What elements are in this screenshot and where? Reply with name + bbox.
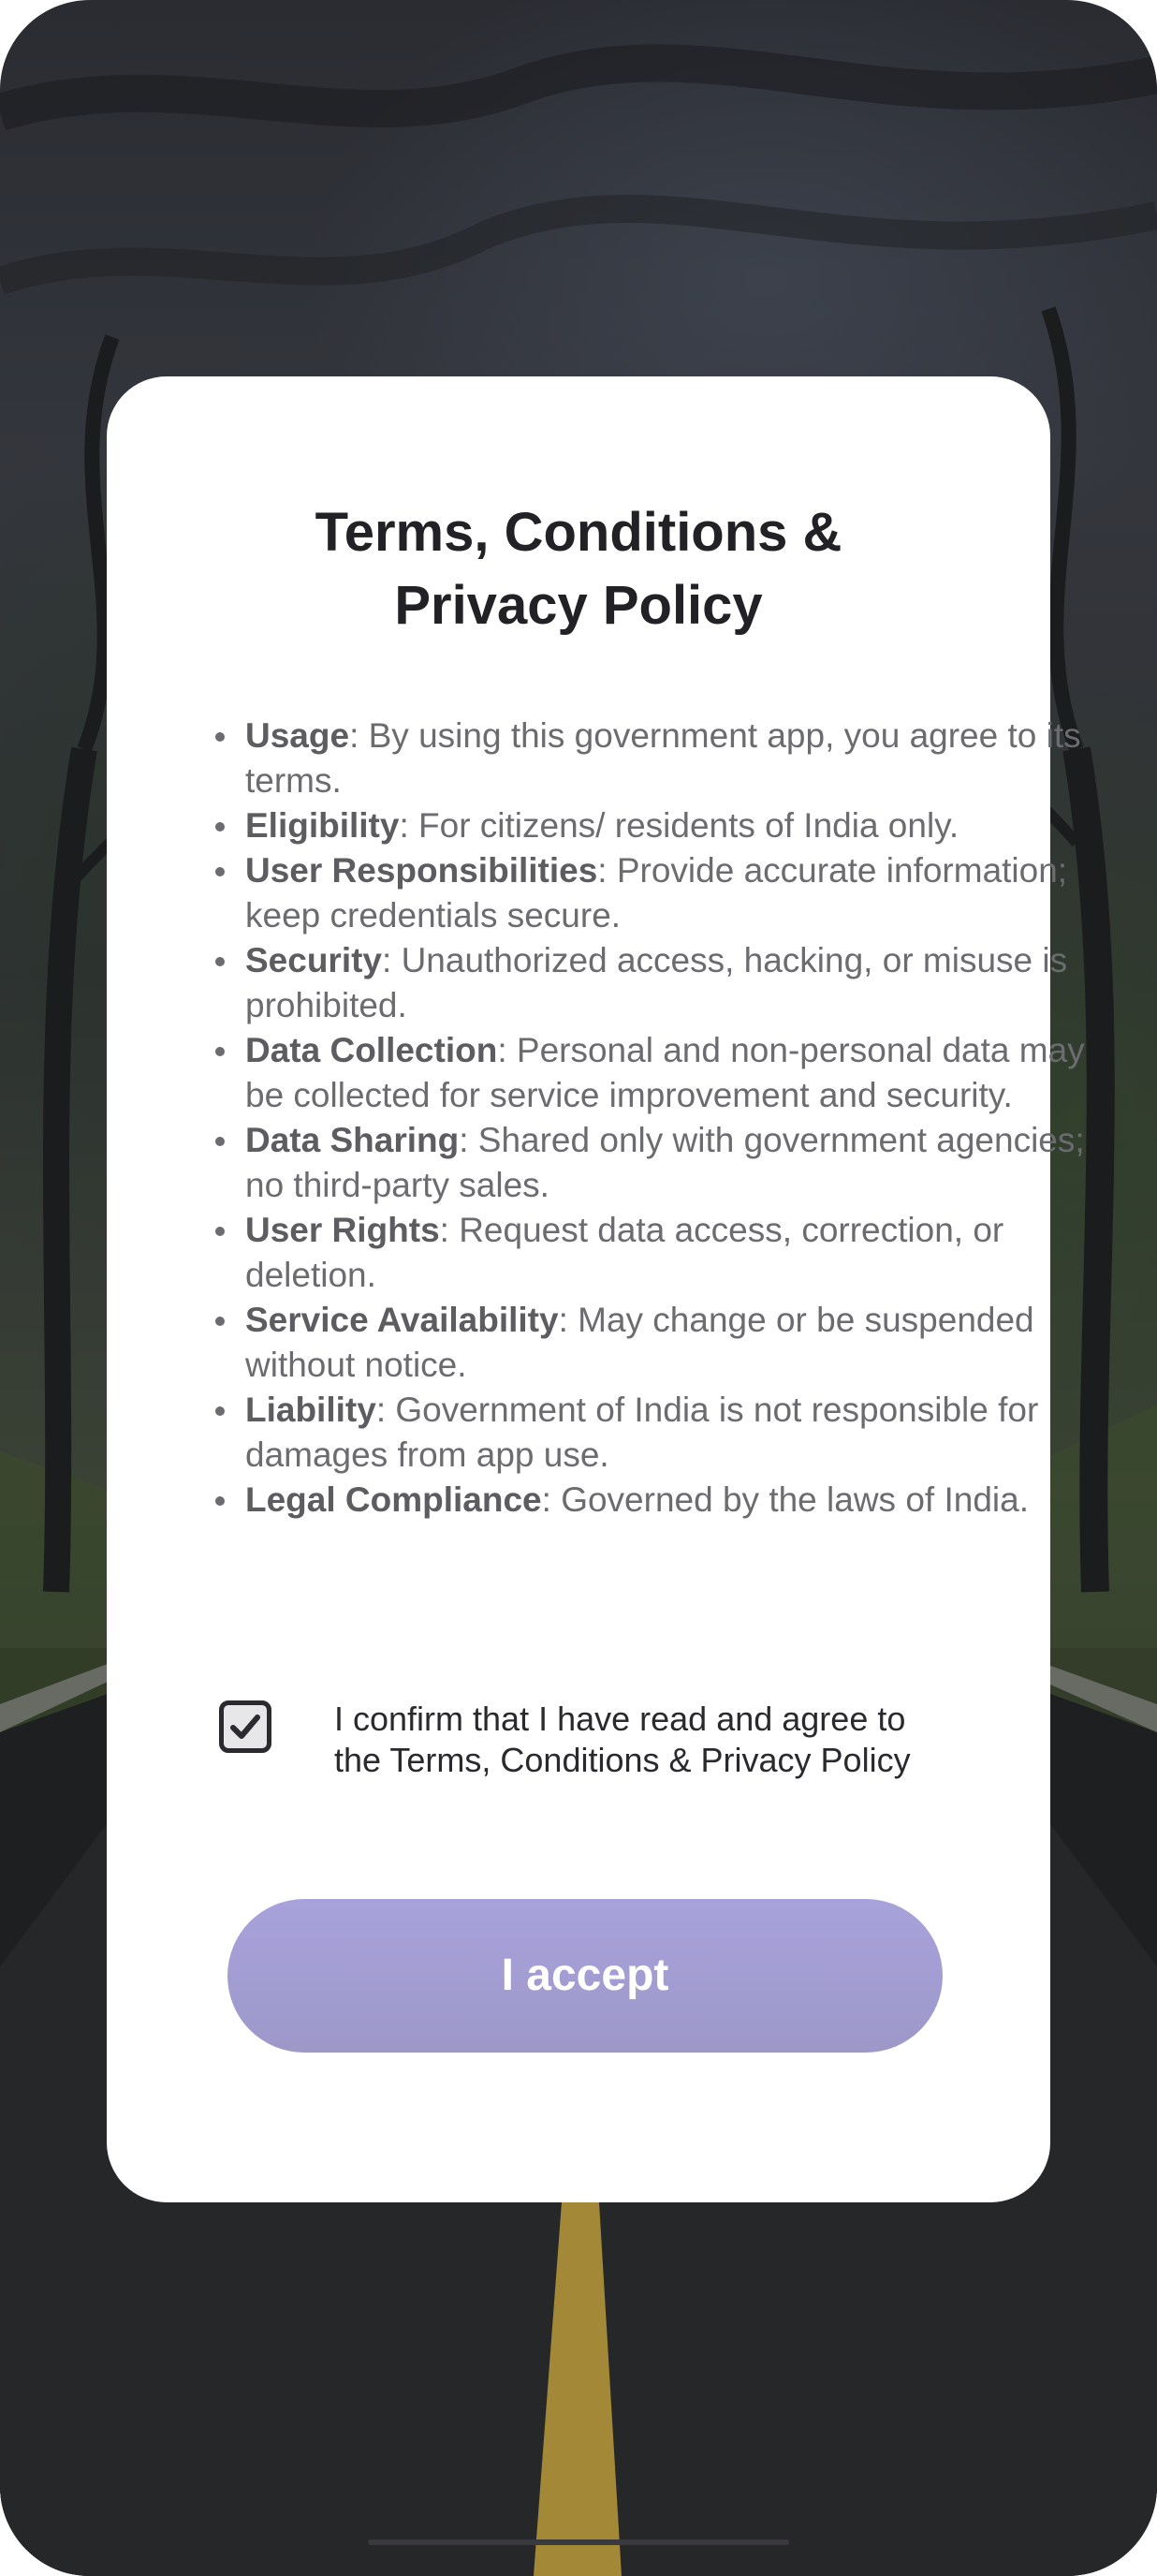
list-item: Data Sharing: Shared only with governmen… [215,1118,1112,1208]
term-key: Service Availability [245,1301,559,1339]
term-key: Usage [245,716,350,755]
term-key: Liability [245,1391,376,1429]
list-item: Eligibility: For citizens/ residents of … [215,803,1112,848]
terms-list: Usage: By using this government app, you… [206,714,1112,1523]
check-icon [230,1715,260,1739]
modal-title-line2: Privacy Policy [394,575,763,636]
list-item: User Rights: Request data access, correc… [215,1208,1112,1298]
agree-label-line1: I confirm that I have read and agree to [334,1700,906,1738]
term-key: Eligibility [245,806,400,845]
modal-title: Terms, Conditions & Privacy Policy [107,496,1050,642]
terms-modal-card: Terms, Conditions & Privacy Policy Usage… [107,376,1085,2202]
home-indicator [368,2539,789,2545]
list-item: Security: Unauthorized access, hacking, … [215,938,1112,1028]
list-item: Usage: By using this government app, you… [215,714,1112,803]
term-key: User Rights [245,1211,440,1249]
term-text: : For citizens/ residents of India only. [399,806,959,845]
modal-title-line1: Terms, Conditions & [315,502,842,563]
list-item: Data Collection: Personal and non-person… [215,1028,1112,1118]
accept-button[interactable]: I accept [227,1899,943,2053]
term-key: Security [245,941,383,979]
agree-label-line2: the Terms, Conditions & Privacy Policy [334,1741,911,1779]
term-key: Data Collection [245,1031,498,1069]
term-text: : Governed by the laws of India. [541,1480,1029,1519]
list-item: User Responsibilities: Provide accurate … [215,848,1112,938]
term-key: User Responsibilities [245,851,598,890]
app-screen: Terms, Conditions & Privacy Policy Usage… [0,0,1157,2576]
agree-checkbox[interactable] [219,1700,271,1753]
agree-label[interactable]: I confirm that I have read and agree to … [334,1699,1008,1781]
list-item: Service Availability: May change or be s… [215,1298,1112,1388]
term-key: Legal Compliance [245,1480,542,1519]
term-key: Data Sharing [245,1121,460,1159]
list-item: Liability: Government of India is not re… [215,1388,1112,1478]
list-item: Legal Compliance: Governed by the laws o… [215,1478,1112,1523]
term-text: : By using this government app, you agre… [245,716,1081,800]
